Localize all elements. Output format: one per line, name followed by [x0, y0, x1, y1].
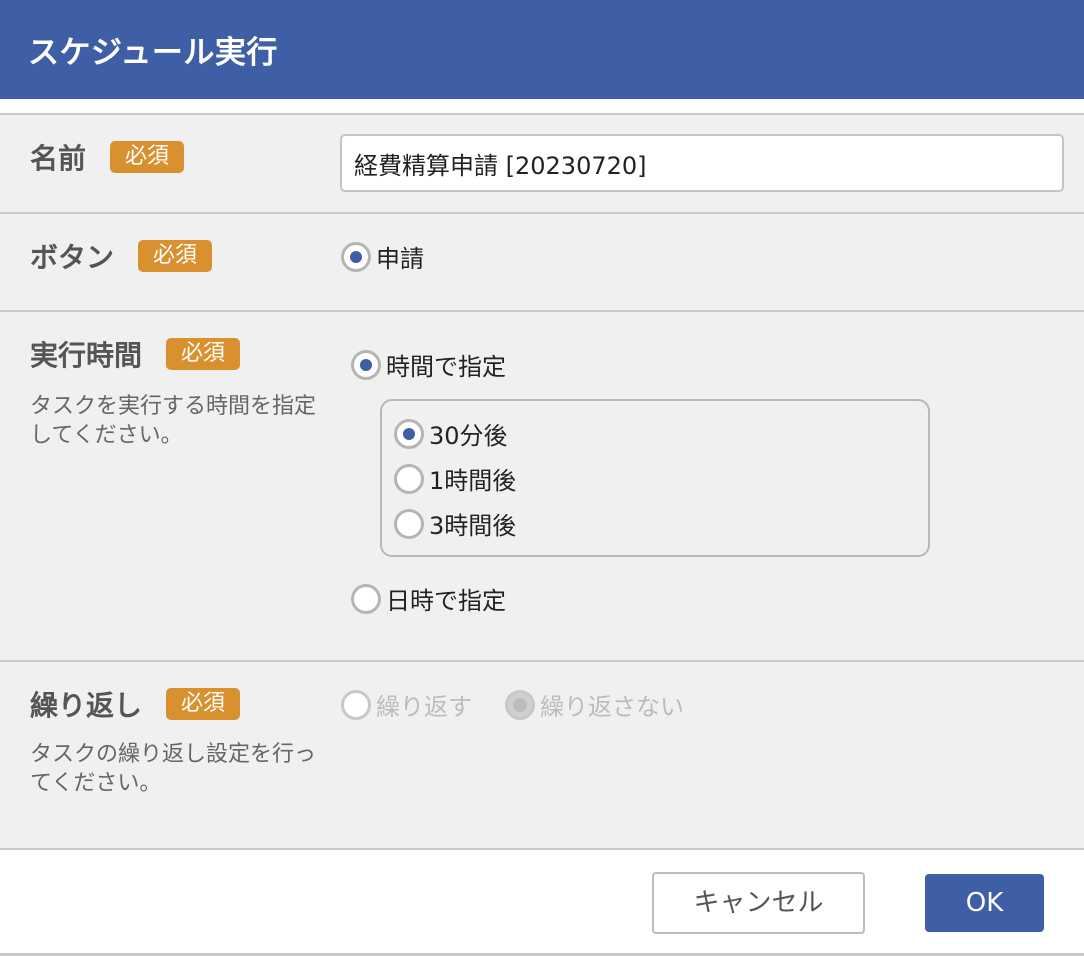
- required-badge: 必須: [138, 240, 213, 272]
- button-row: ボタン 必須 申請: [0, 212, 1084, 312]
- radio-time-datetime[interactable]: 日時で指定: [351, 581, 506, 616]
- button-label: ボタン: [30, 241, 115, 274]
- time-label-group: 実行時間 必須: [30, 334, 241, 374]
- radio-indicator[interactable]: [341, 689, 371, 720]
- radio-label: 時間で指定: [386, 353, 506, 381]
- radio-label: 日時で指定: [386, 587, 506, 615]
- dialog-header: スケジュール実行: [0, 0, 1084, 99]
- schedule-dialog: スケジュール実行 名前 必須 ボタン 必須 申請 実行時間 必須 タスクを実行す…: [0, 0, 1084, 956]
- radio-label: 繰り返さない: [540, 693, 684, 721]
- radio-indicator[interactable]: [351, 583, 381, 614]
- repeat-label: 繰り返し: [30, 689, 143, 722]
- header-spacer: [0, 99, 1084, 113]
- radio-label: 3時間後: [429, 512, 517, 540]
- name-label: 名前: [30, 142, 87, 175]
- name-input[interactable]: [340, 134, 1064, 192]
- radio-indicator[interactable]: [394, 508, 424, 539]
- radio-indicator[interactable]: [505, 689, 535, 720]
- time-label: 実行時間: [30, 339, 143, 372]
- ok-button[interactable]: OK: [925, 874, 1044, 932]
- radio-time-relative[interactable]: 時間で指定: [351, 347, 506, 382]
- radio-30min[interactable]: 30分後: [394, 416, 508, 451]
- dialog-footer: キャンセル OK: [0, 848, 1084, 956]
- button-label-group: ボタン 必須: [30, 236, 213, 276]
- repeat-row: 繰り返し 必須 タスクの繰り返し設定を行ってください。 繰り返す 繰り返さない: [0, 660, 1084, 850]
- radio-label: 繰り返す: [376, 693, 472, 721]
- repeat-label-group: 繰り返し 必須: [30, 684, 241, 724]
- radio-button-apply[interactable]: 申請: [341, 239, 424, 274]
- required-badge: 必須: [166, 338, 241, 370]
- radio-label: 1時間後: [429, 467, 517, 495]
- name-label-group: 名前 必須: [30, 137, 185, 177]
- radio-label: 30分後: [429, 422, 508, 450]
- radio-indicator[interactable]: [394, 418, 424, 449]
- radio-indicator[interactable]: [394, 463, 424, 494]
- time-description: タスクを実行する時間を指定してください。: [30, 394, 317, 448]
- execution-time-row: 実行時間 必須 タスクを実行する時間を指定してください。 時間で指定 30分後 …: [0, 310, 1084, 662]
- radio-repeat-no[interactable]: 繰り返さない: [505, 687, 684, 722]
- dialog-title: スケジュール実行: [28, 35, 278, 71]
- radio-3hours[interactable]: 3時間後: [394, 506, 516, 541]
- repeat-description: タスクの繰り返し設定を行ってください。: [30, 742, 317, 796]
- radio-1hour[interactable]: 1時間後: [394, 461, 516, 496]
- radio-repeat-yes[interactable]: 繰り返す: [341, 687, 472, 722]
- radio-label: 申請: [376, 245, 424, 273]
- required-badge: 必須: [166, 688, 241, 720]
- relative-time-options: 30分後 1時間後 3時間後: [380, 399, 930, 557]
- radio-indicator[interactable]: [351, 349, 381, 380]
- required-badge: 必須: [110, 141, 185, 173]
- radio-indicator[interactable]: [341, 241, 371, 272]
- name-row: 名前 必須: [0, 113, 1084, 214]
- cancel-button[interactable]: キャンセル: [652, 872, 865, 934]
